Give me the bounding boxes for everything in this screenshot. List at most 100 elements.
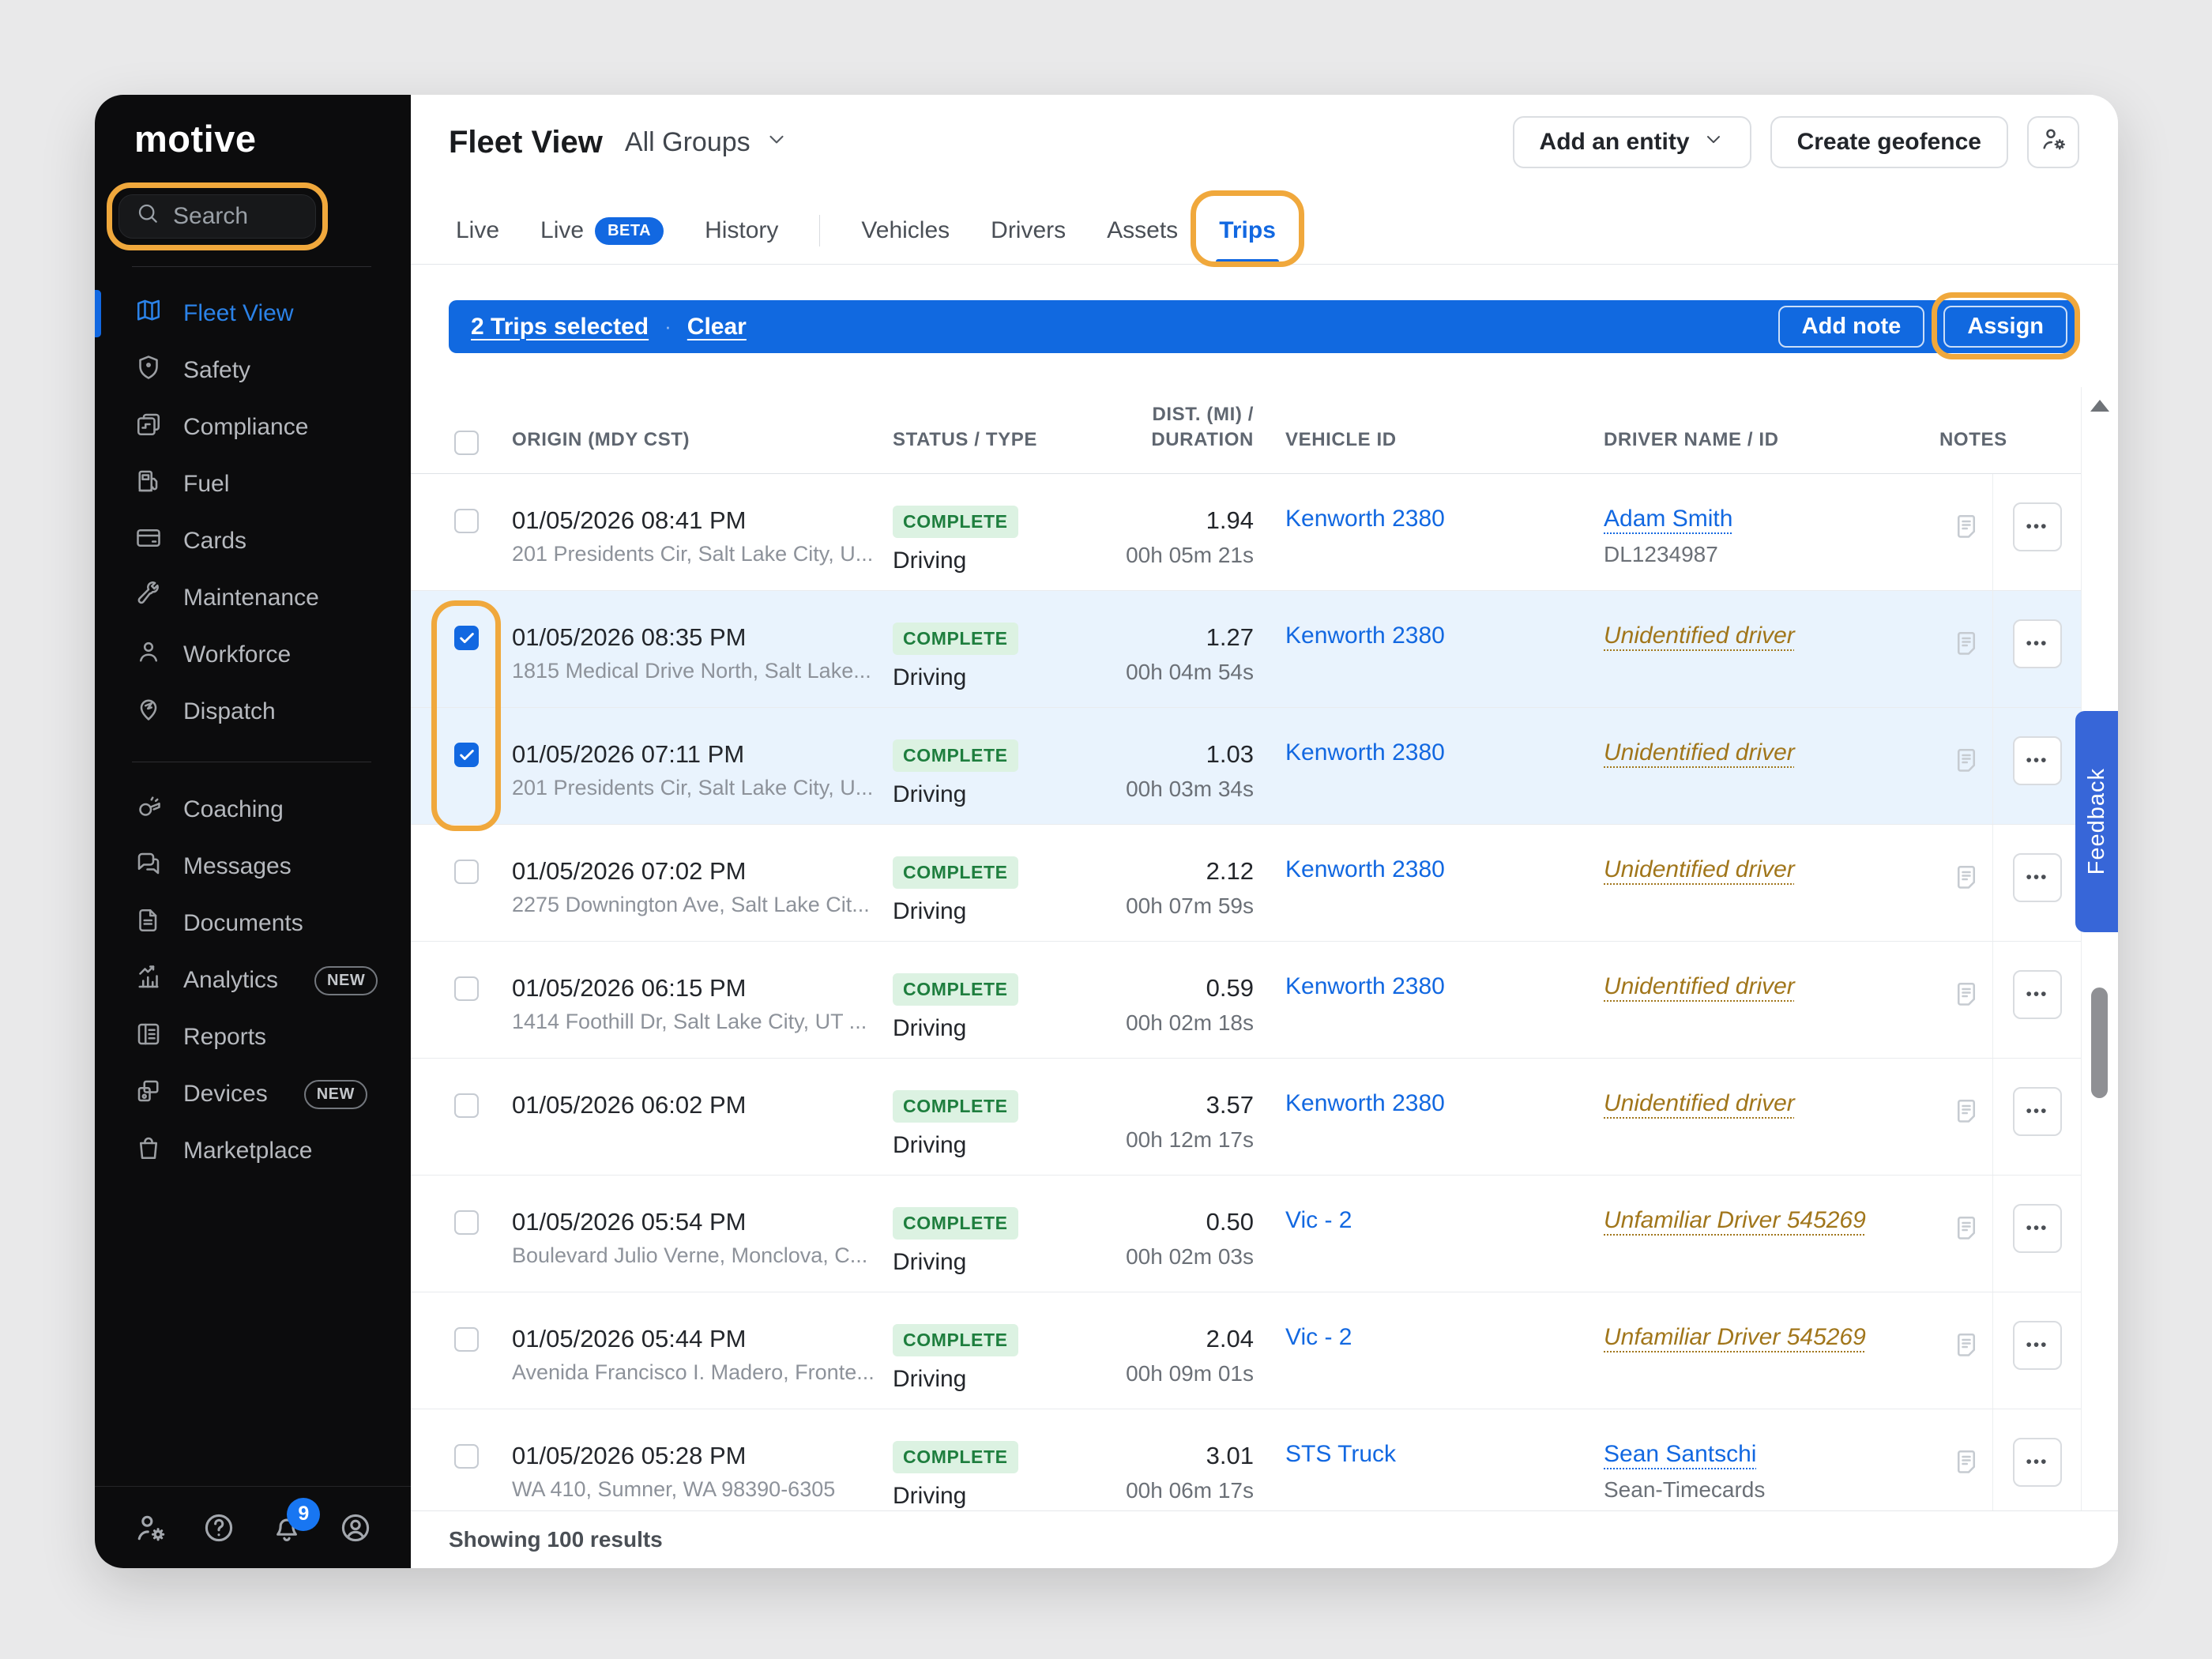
- sidebar-item-maintenance[interactable]: Maintenance: [95, 570, 411, 626]
- more-button[interactable]: •••: [2012, 1438, 2062, 1487]
- more-button[interactable]: •••: [2012, 736, 2062, 785]
- sidebar-item-dispatch[interactable]: Dispatch: [95, 683, 411, 740]
- note-icon[interactable]: [1952, 1333, 1981, 1364]
- driver-link[interactable]: Sean Santschi: [1604, 1441, 1756, 1467]
- select-all-checkbox[interactable]: [454, 431, 479, 455]
- driver-link[interactable]: Unidentified driver: [1604, 1090, 1795, 1116]
- separator-dot: ·: [664, 314, 672, 338]
- row-checkbox[interactable]: [454, 509, 479, 533]
- vehicle-link[interactable]: Kenworth 2380: [1285, 623, 1445, 649]
- add-note-button[interactable]: Add note: [1778, 306, 1925, 348]
- note-icon[interactable]: [1952, 1099, 1981, 1130]
- note-icon[interactable]: [1952, 865, 1981, 896]
- account-button[interactable]: [338, 1510, 373, 1545]
- origin-cell: 01/05/2026 05:44 PM Avenida Francisco I.…: [512, 1292, 893, 1409]
- vehicle-link[interactable]: Vic - 2: [1285, 1324, 1352, 1350]
- tab-assets[interactable]: Assets: [1107, 198, 1178, 264]
- group-selector[interactable]: All Groups: [625, 127, 788, 158]
- distance-cell: 0.50 00h 02m 03s: [1051, 1176, 1254, 1292]
- trips-selected-link[interactable]: 2 Trips selected: [471, 314, 649, 340]
- tab-vehicles[interactable]: Vehicles: [861, 198, 950, 264]
- report-icon: [134, 1020, 163, 1055]
- admin-button[interactable]: [133, 1510, 167, 1545]
- sidebar-item-workforce[interactable]: Workforce: [95, 626, 411, 683]
- row-checkbox[interactable]: [454, 1210, 479, 1235]
- sidebar-item-analytics[interactable]: Analytics NEW: [95, 952, 411, 1009]
- sidebar-item-fuel[interactable]: Fuel: [95, 456, 411, 513]
- row-checkbox[interactable]: [454, 1444, 479, 1469]
- row-checkbox[interactable]: [454, 976, 479, 1001]
- scroll-up-arrow-icon[interactable]: [2090, 400, 2109, 412]
- sidebar-item-documents[interactable]: Documents: [95, 895, 411, 952]
- row-checkbox[interactable]: [454, 626, 479, 650]
- driver-link[interactable]: Unfamiliar Driver 545269: [1604, 1207, 1866, 1233]
- vehicle-link[interactable]: Vic - 2: [1285, 1207, 1352, 1233]
- distance-cell: 2.12 00h 07m 59s: [1051, 825, 1254, 941]
- row-checkbox[interactable]: [454, 1093, 479, 1118]
- vehicle-link[interactable]: Kenworth 2380: [1285, 973, 1445, 999]
- more-button[interactable]: •••: [2012, 1204, 2062, 1253]
- row-checkbox[interactable]: [454, 743, 479, 767]
- more-button[interactable]: •••: [2012, 853, 2062, 902]
- status-cell: COMPLETE Driving: [893, 942, 1051, 1058]
- driver-link[interactable]: Unidentified driver: [1604, 623, 1795, 649]
- notifications-button[interactable]: 9: [269, 1497, 321, 1545]
- sidebar-item-cards[interactable]: Cards: [95, 513, 411, 570]
- trip-row: 01/05/2026 06:02 PM COMPLETE Driving 3.5…: [411, 1059, 2081, 1176]
- vehicle-link[interactable]: Kenworth 2380: [1285, 1090, 1445, 1116]
- more-button[interactable]: •••: [2012, 970, 2062, 1019]
- scrollbar-thumb[interactable]: [2091, 988, 2108, 1098]
- tab-live-beta[interactable]: Live BETA: [540, 198, 664, 264]
- clear-selection-link[interactable]: Clear: [687, 314, 747, 340]
- row-checkbox[interactable]: [454, 1327, 479, 1352]
- vehicle-link[interactable]: Kenworth 2380: [1285, 856, 1445, 882]
- vehicle-cell: Kenworth 2380: [1285, 1059, 1604, 1175]
- sidebar-item-compliance[interactable]: Compliance: [95, 399, 411, 456]
- help-button[interactable]: [201, 1510, 236, 1545]
- note-icon[interactable]: [1952, 1450, 1981, 1480]
- note-icon[interactable]: [1952, 514, 1981, 545]
- sidebar-item-safety[interactable]: Safety: [95, 342, 411, 399]
- add-entity-button[interactable]: Add an entity: [1512, 116, 1751, 168]
- sidebar-item-coaching[interactable]: Coaching: [95, 781, 411, 838]
- trip-type: Driving: [893, 781, 967, 807]
- more-button[interactable]: •••: [2012, 1087, 2062, 1136]
- driver-link[interactable]: Unidentified driver: [1604, 739, 1795, 766]
- note-icon[interactable]: [1952, 631, 1981, 662]
- sidebar-item-reports[interactable]: Reports: [95, 1009, 411, 1066]
- driver-link[interactable]: Unidentified driver: [1604, 973, 1795, 999]
- vehicle-link[interactable]: Kenworth 2380: [1285, 506, 1445, 532]
- tab-history[interactable]: History: [705, 198, 778, 264]
- trip-origin-address: 201 Presidents Cir, Salt Lake City, U...: [512, 776, 874, 799]
- assign-button[interactable]: Assign: [1932, 292, 2080, 359]
- note-icon[interactable]: [1952, 748, 1981, 779]
- search-input[interactable]: Search: [107, 182, 328, 250]
- tab-live[interactable]: Live: [456, 198, 499, 264]
- vehicle-link[interactable]: Kenworth 2380: [1285, 739, 1445, 766]
- sidebar-item-marketplace[interactable]: Marketplace: [95, 1123, 411, 1179]
- note-icon[interactable]: [1952, 982, 1981, 1013]
- note-icon[interactable]: [1952, 1216, 1981, 1247]
- vehicle-link[interactable]: STS Truck: [1285, 1441, 1396, 1467]
- driver-link[interactable]: Unfamiliar Driver 545269: [1604, 1324, 1866, 1350]
- tab-drivers[interactable]: Drivers: [991, 198, 1066, 264]
- create-geofence-button[interactable]: Create geofence: [1770, 116, 2008, 168]
- feedback-tab[interactable]: Feedback: [2075, 711, 2118, 932]
- driver-link[interactable]: Adam Smith: [1604, 506, 1732, 532]
- status-cell: COMPLETE Driving: [893, 1059, 1051, 1175]
- admin-users-button[interactable]: [2027, 116, 2079, 168]
- tab-separator: [819, 215, 821, 246]
- row-checkbox[interactable]: [454, 860, 479, 884]
- more-button[interactable]: •••: [2012, 502, 2062, 551]
- more-button[interactable]: •••: [2012, 619, 2062, 668]
- column-header-origin: ORIGIN (MDY CST): [512, 429, 690, 450]
- sidebar-item-fleet-view[interactable]: Fleet View: [95, 285, 411, 342]
- more-button[interactable]: •••: [2012, 1321, 2062, 1370]
- sidebar-item-messages[interactable]: Messages: [95, 838, 411, 895]
- trip-duration: 00h 09m 01s: [1126, 1361, 1254, 1386]
- driver-link[interactable]: Unidentified driver: [1604, 856, 1795, 882]
- chevron-down-icon: [765, 127, 788, 158]
- trip-duration: 00h 04m 54s: [1126, 660, 1254, 684]
- sidebar-item-devices[interactable]: Devices NEW: [95, 1066, 411, 1123]
- tab-trips[interactable]: Trips: [1191, 190, 1304, 267]
